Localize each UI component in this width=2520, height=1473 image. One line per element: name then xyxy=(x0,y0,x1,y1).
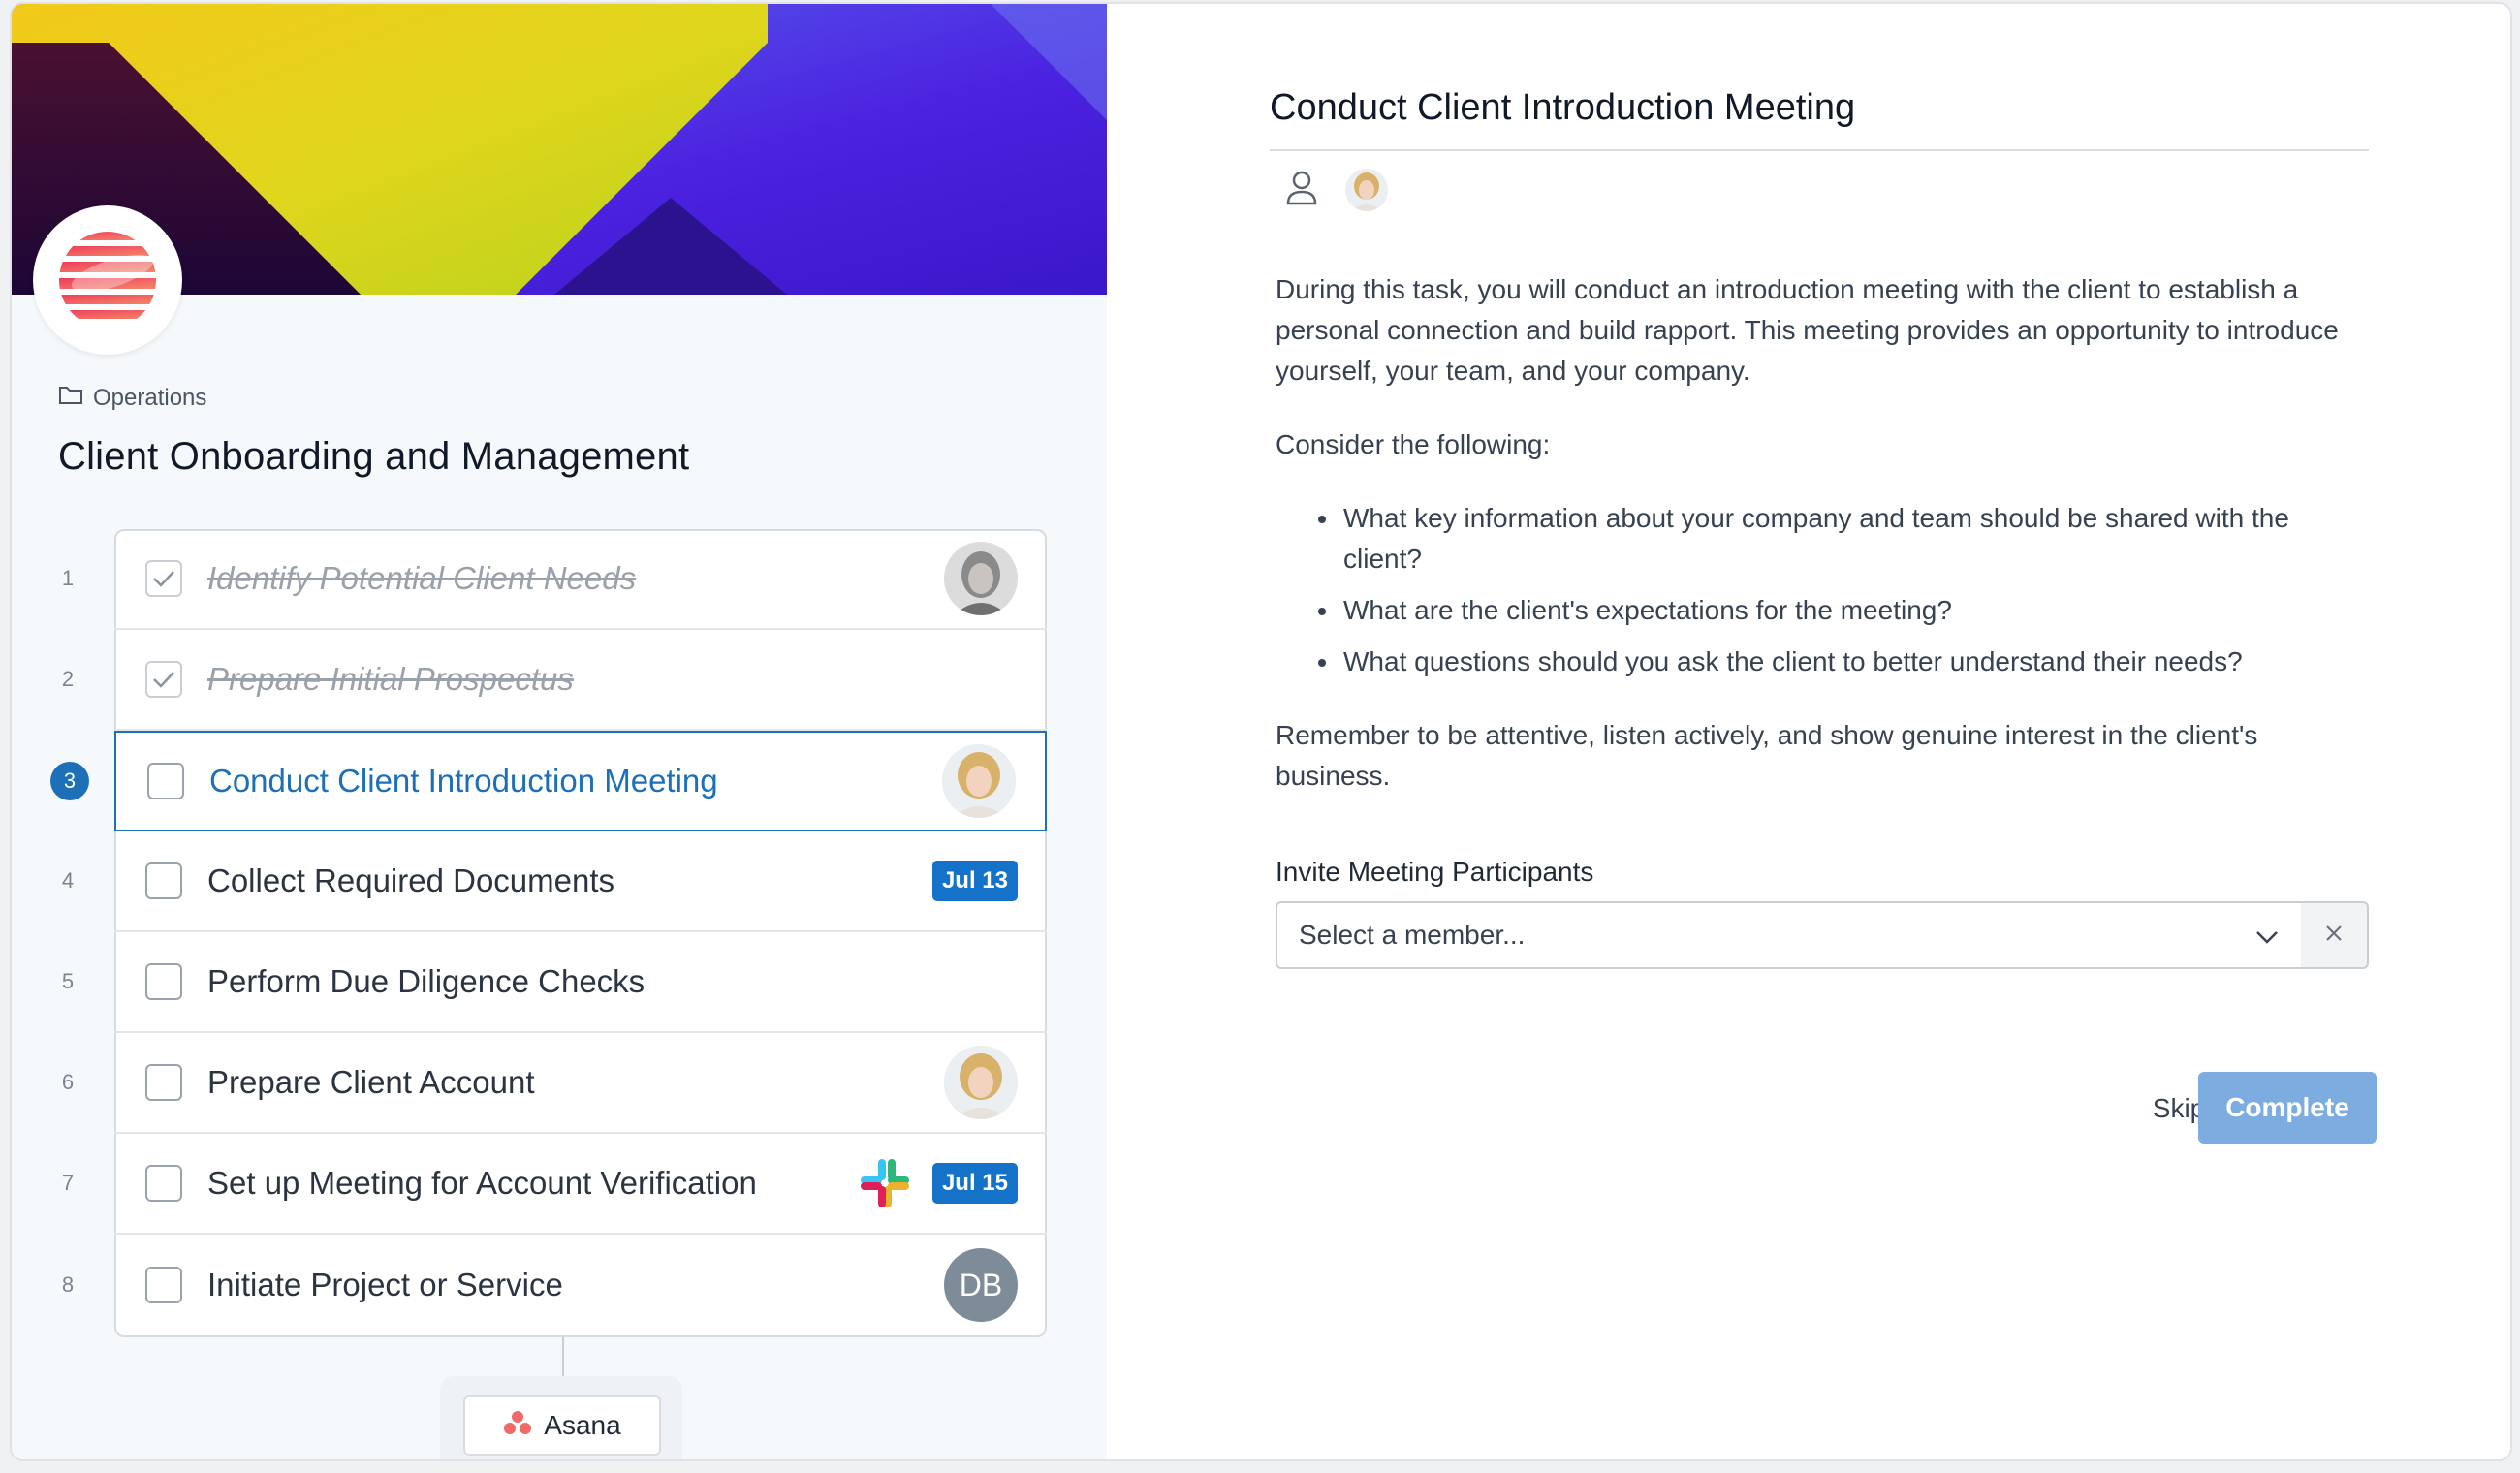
assignee-avatar xyxy=(942,744,1016,818)
step-label: Perform Due Diligence Checks xyxy=(207,963,646,999)
step-label: Prepare Initial Prospectus xyxy=(207,661,574,697)
step-row-6[interactable]: 6 Prepare Client Account xyxy=(62,1033,1047,1134)
assignee-row xyxy=(1285,169,1388,211)
step-checkbox[interactable] xyxy=(145,1267,182,1303)
task-title: Conduct Client Introduction Meeting xyxy=(1270,87,1856,128)
step-row-2[interactable]: 2 Prepare Initial Prospectus xyxy=(62,630,1047,731)
member-select[interactable]: Select a member... xyxy=(1276,901,2303,969)
step-label: Set up Meeting for Account Verification xyxy=(207,1165,757,1201)
clear-selection-button[interactable] xyxy=(2301,901,2369,969)
step-label: Conduct Client Introduction Meeting xyxy=(209,763,718,799)
asana-label: Asana xyxy=(544,1410,621,1440)
step-checkbox[interactable] xyxy=(145,1064,182,1101)
step-number: 2 xyxy=(61,667,75,691)
bullet-item: What key information about your company … xyxy=(1318,498,2371,580)
bullet-item: What questions should you ask the client… xyxy=(1318,642,2371,682)
checkmark-icon xyxy=(153,672,174,688)
step-label: Collect Required Documents xyxy=(207,862,615,898)
step-number: 6 xyxy=(61,1070,75,1094)
divider xyxy=(1270,149,2369,151)
due-date-badge: Jul 15 xyxy=(931,1163,1018,1204)
complete-button[interactable]: Complete xyxy=(2198,1072,2377,1144)
step-checkbox-checked[interactable] xyxy=(145,560,182,597)
step-checkbox[interactable] xyxy=(147,763,184,799)
invite-participants-label: Invite Meeting Participants xyxy=(1276,857,1594,887)
step-label: Identify Potential Client Needs xyxy=(207,560,637,596)
workflow-panel: Operations Client Onboarding and Managem… xyxy=(12,4,1107,1459)
asana-icon xyxy=(503,1410,532,1442)
assignee-avatar-initials: DB xyxy=(944,1248,1018,1322)
user-icon[interactable] xyxy=(1285,170,1318,211)
assignee-avatar xyxy=(944,1046,1018,1119)
step-row-8[interactable]: 8 Initiate Project or Service DB xyxy=(62,1235,1047,1335)
bullet-item: What are the client's expectations for t… xyxy=(1318,590,2371,631)
chevron-down-icon xyxy=(2254,925,2280,956)
breadcrumb[interactable]: Operations xyxy=(58,384,206,412)
checkmark-icon xyxy=(153,571,174,587)
folder-icon xyxy=(58,384,83,412)
step-list: 1 Identify Potential Client Needs 2 Prep… xyxy=(50,529,1047,1337)
step-number: 1 xyxy=(61,566,75,590)
close-icon xyxy=(2324,924,2344,948)
step-row-4[interactable]: 4 Collect Required Documents Jul 13 xyxy=(62,831,1047,932)
connector-line xyxy=(562,1337,564,1376)
slack-icon xyxy=(859,1157,911,1209)
select-placeholder: Select a member... xyxy=(1299,920,1526,950)
step-number: 5 xyxy=(61,969,75,993)
asana-button[interactable]: Asana xyxy=(463,1395,661,1456)
description-paragraph: Remember to be attentive, listen activel… xyxy=(1276,720,2258,791)
step-number-active: 3 xyxy=(50,762,89,800)
step-checkbox[interactable] xyxy=(145,1165,182,1202)
step-row-7[interactable]: 7 Set up Meeting for Account Verificatio… xyxy=(62,1134,1047,1235)
step-checkbox-checked[interactable] xyxy=(145,661,182,698)
workflow-title: Client Onboarding and Management xyxy=(58,435,690,478)
description-paragraph: Consider the following: xyxy=(1276,429,1551,459)
bullet-list: What key information about your company … xyxy=(1318,498,2371,682)
assignee-avatar[interactable] xyxy=(1345,169,1388,211)
breadcrumb-label: Operations xyxy=(93,384,207,411)
assignee-avatar xyxy=(944,542,1018,615)
step-row-1[interactable]: 1 Identify Potential Client Needs xyxy=(62,529,1047,630)
step-row-5[interactable]: 5 Perform Due Diligence Checks xyxy=(62,932,1047,1033)
due-date-badge: Jul 13 xyxy=(931,861,1018,901)
step-label: Prepare Client Account xyxy=(207,1064,535,1100)
description-paragraph: During this task, you will conduct an in… xyxy=(1276,274,2339,386)
task-detail-panel: Conduct Client Introduction Meeting Duri… xyxy=(1107,4,2510,1459)
step-number: 7 xyxy=(61,1171,75,1195)
step-checkbox[interactable] xyxy=(145,862,182,899)
task-description: During this task, you will conduct an in… xyxy=(1276,269,2371,830)
workspace-logo xyxy=(33,205,182,355)
step-checkbox[interactable] xyxy=(145,963,182,1000)
step-label: Initiate Project or Service xyxy=(207,1267,563,1302)
step-number: 4 xyxy=(61,868,75,893)
step-number: 8 xyxy=(61,1272,75,1297)
step-row-3-active[interactable]: 3 Conduct Client Introduction Meeting xyxy=(50,731,1047,831)
app-window: Operations Client Onboarding and Managem… xyxy=(10,2,2512,1461)
